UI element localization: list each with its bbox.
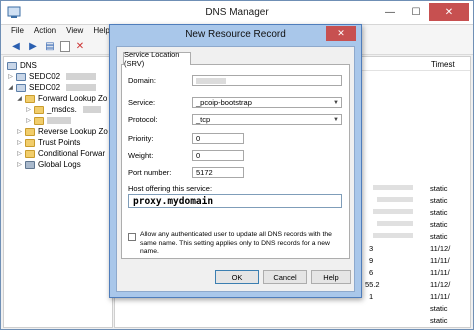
tab-service-location[interactable]: Service Location (SRV) [123,50,191,68]
collapse-icon[interactable]: ◢ [7,84,14,91]
table-cell: 11/11/ [430,292,450,301]
menu-view[interactable]: View [62,25,89,39]
tree-item-trust-points[interactable]: ▷ Trust Points [16,137,80,148]
table-cell: static [430,232,448,241]
ok-button[interactable]: OK [215,270,259,284]
expand-icon[interactable]: ▷ [25,106,32,113]
minimize-button[interactable]: — [377,3,403,21]
tree-item-global-logs[interactable]: ▷ Global Logs [16,159,81,170]
priority-field[interactable]: 0 [192,133,244,144]
priority-label: Priority: [128,134,154,143]
chevron-down-icon: ▼ [333,99,339,106]
column-header-timestamp[interactable]: Timest [431,60,455,69]
back-arrow-icon[interactable]: ◀ [9,41,23,53]
redacted-text [82,106,101,113]
dns-icon [7,61,17,70]
redacted-text [196,77,226,84]
folder-icon [25,138,35,147]
domain-field[interactable] [192,75,342,86]
tree-item-server-1[interactable]: ▷ SEDC02 [7,71,97,82]
tree-item-dns[interactable]: DNS [7,60,37,71]
expand-icon[interactable]: ▷ [25,117,32,124]
table-cell: static [430,196,448,205]
table-cell: 55.2 [365,280,380,289]
redacted-text [66,73,97,80]
server-icon [16,72,26,81]
expand-icon[interactable]: ▷ [16,139,23,146]
service-label: Service: [128,98,156,107]
protocol-label: Protocol: [128,115,158,124]
table-cell: static [430,220,448,229]
expand-icon[interactable]: ▷ [16,128,23,135]
table-cell: 11/11/ [430,256,450,265]
table-cell: static [430,304,448,313]
service-select[interactable]: _pcoip-bootstrap ▼ [192,97,342,108]
table-cell: static [430,208,448,217]
forward-arrow-icon[interactable]: ▶ [26,41,40,53]
table-cell: 11/12/ [430,244,451,253]
redacted-text [377,221,413,226]
tree-item-server-2[interactable]: ◢ SEDC02 [7,82,97,93]
maximize-button[interactable]: ☐ [403,3,429,21]
new-resource-record-dialog: New Resource Record ✕ Service Location (… [109,24,362,298]
table-cell: 11/11/ [430,268,450,277]
collapse-icon[interactable]: ◢ [16,95,23,102]
tree-item-reverse-lookup[interactable]: ▷ Reverse Lookup Zo [16,126,108,137]
weight-field[interactable]: 0 [192,150,244,161]
redacted-text [373,209,413,214]
dialog-title: New Resource Record [185,29,286,40]
server-icon [16,83,26,92]
folder-icon [25,149,35,158]
redacted-text [66,84,97,91]
tree-item-forward-lookup[interactable]: ◢ Forward Lookup Zo [16,93,107,104]
logs-icon [25,160,35,169]
port-number-field[interactable]: 5172 [192,167,244,178]
up-folder-icon[interactable]: ▤ [43,41,57,53]
service-value: _pcoip-bootstrap [196,98,252,107]
expand-icon[interactable]: ▷ [16,161,23,168]
menu-action[interactable]: Action [30,25,62,39]
tree-item-msdcs[interactable]: ▷ _msdcs. [25,104,101,115]
allow-update-checkbox[interactable] [128,233,136,241]
redacted-text [377,197,413,202]
close-window-button[interactable]: ✕ [429,3,469,21]
table-cell: 3 [369,244,374,253]
folder-icon [25,127,35,136]
chevron-down-icon: ▼ [333,116,339,123]
help-button[interactable]: Help [311,270,351,284]
host-field[interactable]: proxy.mydomain [128,194,342,208]
title-bar: DNS Manager — ☐ ✕ [1,1,473,25]
domain-label: Domain: [128,76,156,85]
cancel-button[interactable]: Cancel [263,270,307,284]
table-cell: 9 [369,256,374,265]
console-tree: DNS ▷ SEDC02 ◢ SEDC02 ◢ Forward Lookup Z… [3,56,113,328]
table-cell: static [430,316,448,325]
host-label: Host offering this service: [128,184,213,193]
folder-icon [25,94,35,103]
zone-icon [34,116,44,125]
table-cell: 1 [369,292,374,301]
table-cell: 6 [369,268,374,277]
protocol-value: _tcp [196,115,211,124]
dialog-close-button[interactable]: ✕ [326,26,356,41]
port-number-label: Port number: [128,168,172,177]
table-cell: 11/12/ [430,280,451,289]
protocol-select[interactable]: _tcp ▼ [192,114,342,125]
dialog-body: Service Location (SRV) Domain: Service: … [116,46,355,292]
zone-icon [34,105,44,114]
menu-file[interactable]: File [7,25,30,39]
tab-panel: Domain: Service: _pcoip-bootstrap ▼ Prot… [121,64,350,259]
redacted-text [373,185,413,190]
expand-icon[interactable]: ▷ [7,73,14,80]
weight-label: Weight: [128,151,154,160]
redacted-text [47,117,71,124]
table-cell: static [430,184,448,193]
tree-item-conditional-forwarders[interactable]: ▷ Conditional Forwar [16,148,105,159]
redacted-text [373,233,413,238]
expand-icon[interactable]: ▷ [16,150,23,157]
properties-icon[interactable] [60,41,70,52]
tree-item-zone[interactable]: ▷ [25,115,71,126]
delete-icon[interactable]: ✕ [73,41,87,53]
allow-update-label: Allow any authenticated user to update a… [140,231,332,255]
